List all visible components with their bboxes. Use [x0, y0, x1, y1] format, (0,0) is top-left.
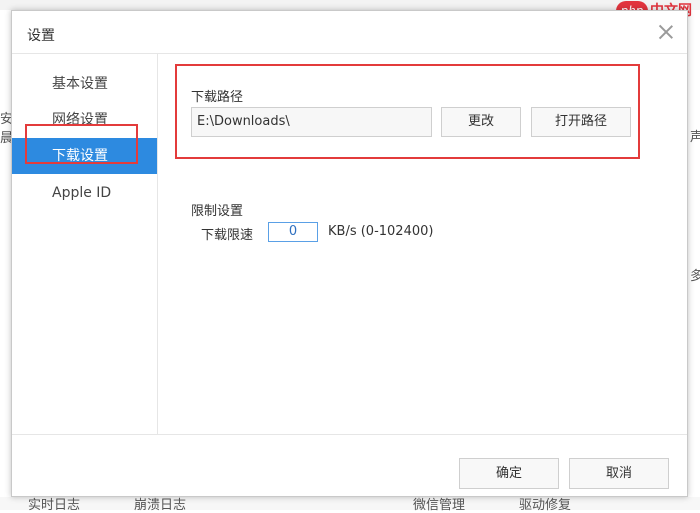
settings-content: 下载路径 E:\Downloads\ 更改 打开路径 限制设置 下载限速 0 K… — [158, 54, 688, 434]
limits-title: 限制设置 — [191, 204, 244, 219]
speed-limit-input[interactable]: 0 — [268, 222, 318, 242]
sidebar-item-apple-id[interactable]: Apple ID — [12, 175, 157, 211]
background-app-top — [0, 0, 700, 10]
change-path-button[interactable]: 更改 — [441, 107, 521, 137]
settings-sidebar: 基本设置 网络设置 下载设置 Apple ID — [12, 54, 158, 434]
close-icon[interactable] — [658, 24, 674, 40]
download-path-title: 下载路径 — [191, 90, 244, 105]
sidebar-item-label: Apple ID — [52, 185, 112, 201]
speed-limit-label: 下载限速 — [201, 228, 254, 243]
background-text-fragment: 声 — [690, 130, 700, 145]
settings-dialog: 设置 基本设置 网络设置 下载设置 Apple ID 下载路径 E:\Downl… — [11, 10, 688, 497]
ok-button[interactable]: 确定 — [459, 458, 559, 489]
sidebar-item-download[interactable]: 下载设置 — [12, 138, 157, 174]
dialog-title: 设置 — [27, 28, 55, 44]
sidebar-item-label: 下载设置 — [52, 148, 108, 164]
sidebar-item-basic[interactable]: 基本设置 — [12, 66, 157, 102]
download-path-field[interactable]: E:\Downloads\ — [191, 107, 432, 137]
dialog-titlebar: 设置 — [12, 11, 687, 54]
sidebar-item-label: 基本设置 — [52, 76, 108, 92]
sidebar-item-label: 网络设置 — [52, 112, 108, 128]
speed-limit-unit: KB/s (0-102400) — [328, 224, 434, 239]
cancel-button[interactable]: 取消 — [569, 458, 669, 489]
background-text-fragment: 多 — [690, 269, 700, 284]
background-app-bottom: 实时日志 崩溃日志 微信管理 驱动修复 — [0, 497, 700, 513]
sidebar-item-network[interactable]: 网络设置 — [12, 102, 157, 138]
dialog-footer: 确定 取消 — [12, 434, 687, 498]
open-path-button[interactable]: 打开路径 — [531, 107, 631, 137]
